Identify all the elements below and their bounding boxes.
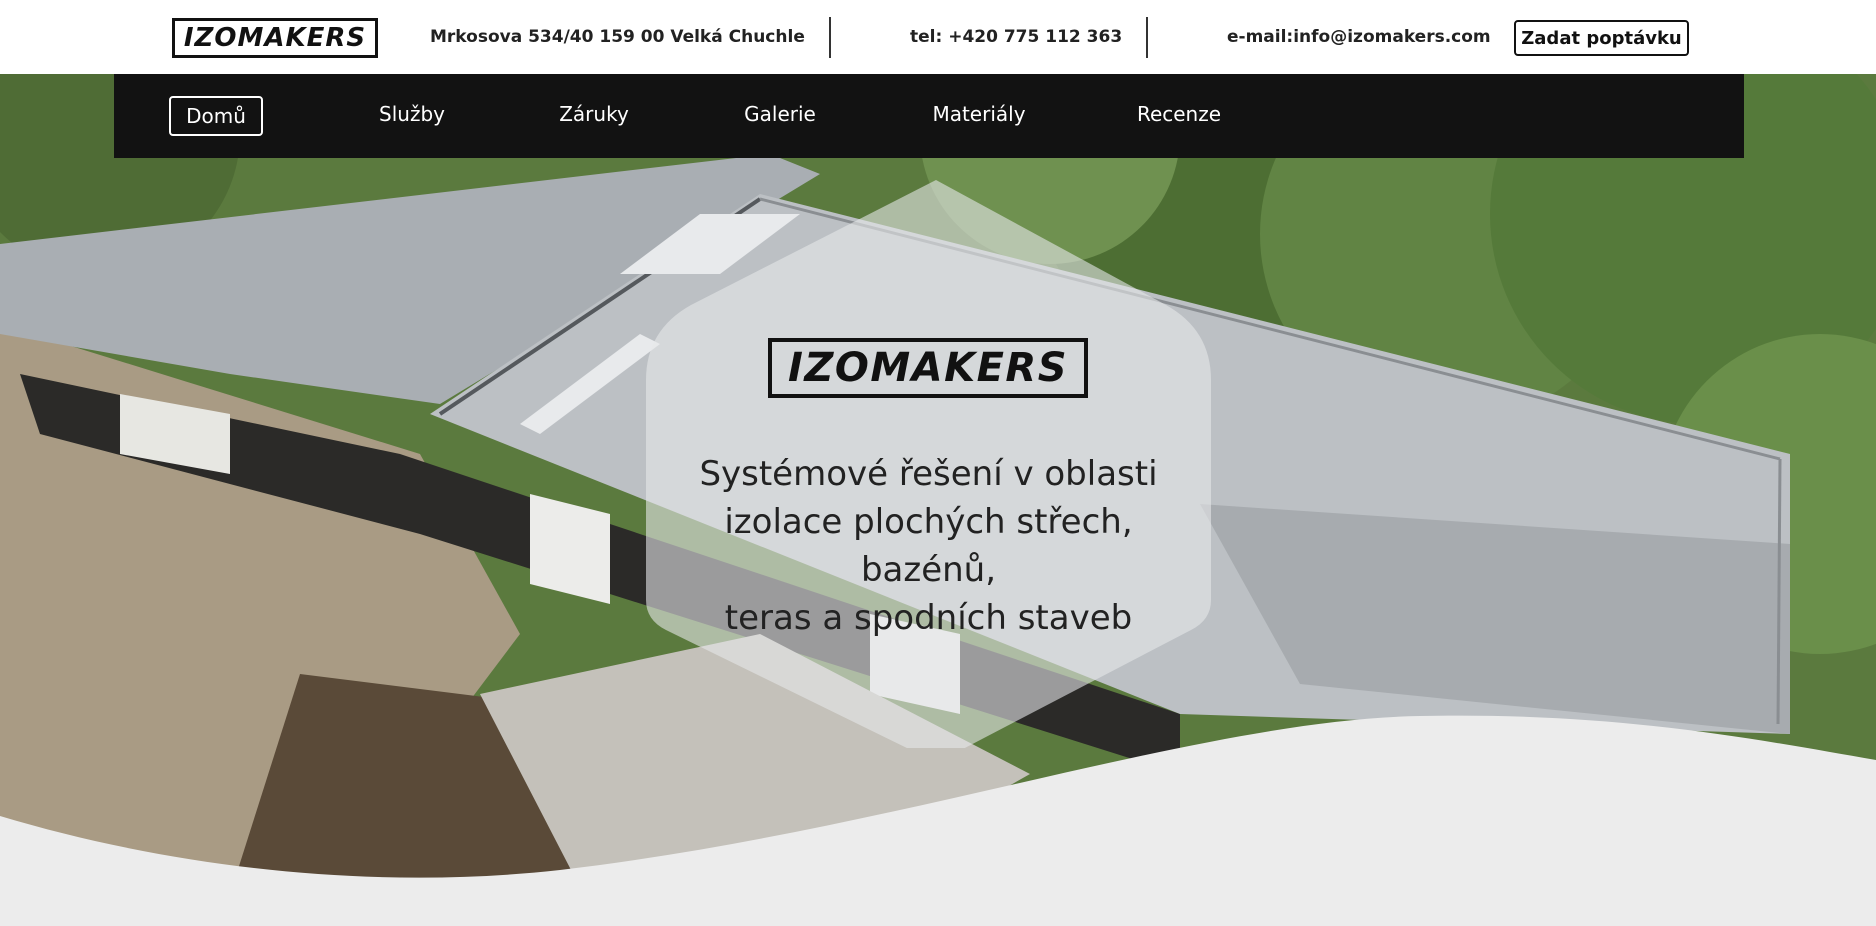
main-nav: Domů Služby Záruky Galerie Materiály Rec… bbox=[114, 74, 1744, 158]
nav-item-services[interactable]: Služby bbox=[367, 96, 457, 136]
quote-request-button[interactable]: Zadat poptávku bbox=[1514, 20, 1689, 56]
nav-item-home[interactable]: Domů bbox=[169, 96, 263, 136]
phone-link[interactable]: tel: +420 775 112 363 bbox=[910, 26, 1122, 48]
email-link[interactable]: e-mail:info@izomakers.com bbox=[1227, 26, 1491, 48]
nav-item-materials[interactable]: Materiály bbox=[915, 96, 1043, 136]
nav-item-warranties[interactable]: Záruky bbox=[546, 96, 642, 136]
nav-item-reviews[interactable]: Recenze bbox=[1120, 96, 1238, 136]
top-contact-bar: IZOMAKERS Mrkosova 534/40 159 00 Velká C… bbox=[0, 0, 1876, 74]
divider bbox=[1146, 17, 1148, 58]
nav-item-gallery[interactable]: Galerie bbox=[725, 96, 835, 136]
hero-logo-text: IZOMAKERS bbox=[787, 345, 1069, 391]
hero-logo: IZOMAKERS bbox=[768, 338, 1088, 398]
address-text: Mrkosova 534/40 159 00 Velká Chuchle bbox=[430, 27, 805, 47]
divider bbox=[829, 17, 831, 58]
hero-tagline: Systémové řešení v oblasti izolace ploch… bbox=[699, 454, 1158, 638]
hero-card: IZOMAKERS Systémové řešení v oblasti izo… bbox=[646, 180, 1211, 748]
site-logo[interactable]: IZOMAKERS bbox=[172, 18, 378, 58]
site-logo-text: IZOMAKERS bbox=[183, 23, 367, 53]
